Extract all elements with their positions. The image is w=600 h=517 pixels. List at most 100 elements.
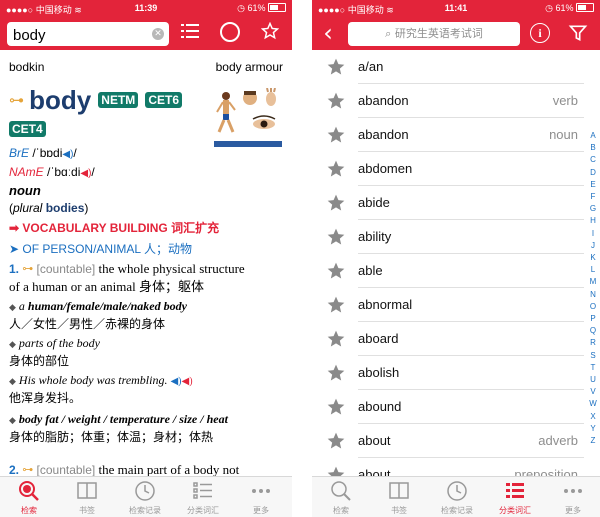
diamond-icon: ◆ (9, 339, 16, 349)
tab-label: 分类词汇 (499, 506, 531, 515)
star-icon[interactable] (326, 125, 346, 145)
index-letter[interactable]: V (587, 386, 599, 398)
clear-icon[interactable]: ✕ (152, 28, 164, 40)
star-icon[interactable] (326, 363, 346, 383)
star-icon[interactable] (326, 57, 346, 77)
word-label: a/an (358, 59, 384, 74)
list-icon[interactable] (178, 22, 202, 46)
index-letter[interactable]: X (587, 411, 599, 423)
book-icon (389, 482, 409, 499)
index-letter[interactable]: G (587, 203, 599, 215)
tab-bar: 检索 书签 检索记录 分类词汇 更多 (312, 476, 600, 517)
word-row[interactable]: ability (312, 220, 584, 254)
word-row[interactable]: abandon verb (312, 84, 584, 118)
back-icon[interactable]: ‹ (316, 21, 340, 46)
index-letter[interactable]: M (587, 276, 599, 288)
index-letter[interactable]: I (587, 228, 599, 240)
word-label: abolish (358, 365, 400, 380)
index-letter[interactable]: E (587, 179, 599, 191)
star-icon[interactable] (326, 261, 346, 281)
index-letter[interactable]: Y (587, 423, 599, 435)
alphabet-index[interactable]: ABCDEFGHIJKLMNOPQRSTUVWXYZ (587, 130, 599, 447)
speaker-blue-icon[interactable]: ◀) (62, 149, 73, 160)
index-letter[interactable]: C (587, 154, 599, 166)
index-letter[interactable]: F (587, 191, 599, 203)
index-letter[interactable]: D (587, 167, 599, 179)
prev-word-link[interactable]: bodkin (9, 60, 44, 74)
star-icon[interactable] (326, 91, 346, 111)
star-icon[interactable] (326, 329, 346, 349)
tab-more[interactable]: 更多 (544, 479, 600, 516)
tab-label: 检索记录 (129, 506, 161, 515)
clock-icon (447, 481, 467, 501)
word-row[interactable]: abide (312, 186, 584, 220)
circle-icon[interactable] (218, 22, 242, 46)
word-row[interactable]: a/an (312, 50, 584, 84)
word-row[interactable]: about preposition (312, 458, 584, 477)
tab-history[interactable]: 检索记录 (116, 479, 174, 516)
tab-bookmarks[interactable]: 书签 (370, 479, 428, 516)
star-icon[interactable] (326, 227, 346, 247)
word-row[interactable]: about adverb (312, 424, 584, 458)
speaker-blue-icon[interactable]: ◀) (170, 376, 181, 387)
index-letter[interactable]: H (587, 215, 599, 227)
tab-label: 书签 (391, 506, 407, 515)
index-letter[interactable]: Z (587, 435, 599, 447)
status-bar: ●●●●○ 中国移动 ≋ 11:39 ◷ 61% (0, 0, 292, 18)
index-letter[interactable]: T (587, 362, 599, 374)
next-word-link[interactable]: body armour (216, 60, 283, 74)
word-row[interactable]: abdomen (312, 152, 584, 186)
badge-cet6: CET6 (145, 92, 183, 108)
example-2: ◆ parts of the body 身体的部位 (9, 336, 100, 368)
battery-percent: 61% (555, 3, 574, 13)
index-letter[interactable]: Q (587, 325, 599, 337)
word-row[interactable]: able (312, 254, 584, 288)
index-letter[interactable]: O (587, 301, 599, 313)
entry-content: bodkin body armour ⊶ body NETM CET6 CET4 (0, 50, 292, 477)
word-row[interactable]: abound (312, 390, 584, 424)
index-letter[interactable]: K (587, 252, 599, 264)
index-letter[interactable]: P (587, 313, 599, 325)
key-icon: ⊶ (22, 464, 34, 476)
filter-icon[interactable] (568, 23, 588, 43)
star-icon[interactable] (326, 159, 346, 179)
body-illustration[interactable] (214, 88, 282, 148)
index-letter[interactable]: B (587, 142, 599, 154)
tab-search[interactable]: 检索 (0, 479, 58, 516)
star-icon[interactable] (326, 431, 346, 451)
grammar-label: [countable] (36, 262, 96, 276)
grammar-label: [countable] (36, 463, 96, 477)
tab-categories[interactable]: 分类词汇 (174, 479, 232, 516)
tab-history[interactable]: 检索记录 (428, 479, 486, 516)
index-letter[interactable]: U (587, 374, 599, 386)
search-input[interactable] (11, 24, 145, 46)
word-row[interactable]: abandon noun (312, 118, 584, 152)
star-icon[interactable] (326, 193, 346, 213)
tab-more[interactable]: 更多 (232, 479, 290, 516)
category-search-box[interactable]: ⌕ 研究生英语考试词 (348, 22, 520, 46)
star-outline-icon[interactable] (258, 21, 282, 46)
star-icon[interactable] (326, 397, 346, 417)
index-letter[interactable]: W (587, 398, 599, 410)
word-row[interactable]: abnormal (312, 288, 584, 322)
vocab-building[interactable]: ➡ VOCABULARY BUILDING 词汇扩充 (9, 219, 219, 236)
star-icon[interactable] (326, 295, 346, 315)
word-row[interactable]: abolish (312, 356, 584, 390)
speaker-red-icon[interactable]: ◀) (182, 376, 193, 387)
search-box[interactable]: ✕ (7, 22, 169, 46)
more-icon (252, 489, 270, 493)
index-letter[interactable]: J (587, 240, 599, 252)
info-icon[interactable]: i (530, 23, 550, 43)
index-letter[interactable]: N (587, 289, 599, 301)
word-row[interactable]: aboard (312, 322, 584, 356)
tab-categories[interactable]: 分类词汇 (486, 479, 544, 516)
tab-bookmarks[interactable]: 书签 (58, 479, 116, 516)
index-letter[interactable]: A (587, 130, 599, 142)
subsense-heading[interactable]: ➤ OF PERSON/ANIMAL 人；动物 (9, 240, 192, 257)
word-label: abound (358, 399, 402, 414)
index-letter[interactable]: L (587, 264, 599, 276)
index-letter[interactable]: R (587, 337, 599, 349)
speaker-red-icon[interactable]: ◀) (80, 168, 91, 179)
tab-search[interactable]: 检索 (312, 479, 370, 516)
index-letter[interactable]: S (587, 350, 599, 362)
